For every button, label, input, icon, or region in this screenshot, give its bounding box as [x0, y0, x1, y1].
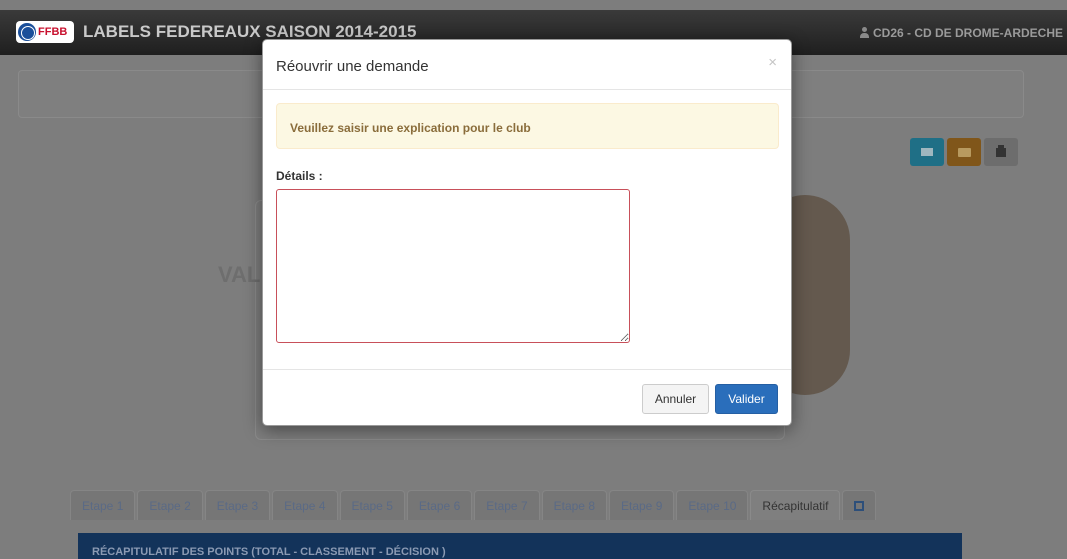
calendar-icon — [854, 500, 865, 511]
print-button[interactable] — [984, 138, 1018, 166]
tab-etape-7[interactable]: Etape 7 — [474, 490, 540, 520]
validate-button[interactable]: Valider — [715, 384, 778, 414]
tab-recapitulatif[interactable]: Récapitulatif — [750, 490, 841, 520]
logo-text: FFBB — [38, 26, 68, 38]
ffbb-logo[interactable]: FFBB — [16, 21, 74, 43]
user-menu[interactable]: CD26 - CD DE DROME-ARDECHE — [859, 26, 1063, 40]
step-tabs: Etape 1 Etape 2 Etape 3 Etape 4 Etape 5 … — [70, 490, 878, 520]
tab-etape-8[interactable]: Etape 8 — [541, 490, 607, 520]
section-header: RÉCAPITULATIF DES POINTS (TOTAL - CLASSE… — [78, 533, 962, 559]
close-icon[interactable]: × — [768, 54, 777, 71]
basketball-icon — [18, 23, 36, 41]
dialog-footer: Annuler Valider — [263, 369, 791, 426]
user-icon — [859, 27, 869, 38]
tab-etape-3[interactable]: Etape 3 — [204, 490, 271, 520]
dialog-title: Réouvrir une demande — [276, 58, 429, 75]
reopen-request-dialog: Réouvrir une demande × Veuillez saisir u… — [262, 39, 792, 426]
tab-etape-5[interactable]: Etape 5 — [339, 490, 405, 520]
folder-button[interactable] — [947, 138, 981, 166]
tab-etape-9[interactable]: Etape 9 — [609, 490, 675, 520]
details-label: Détails : — [276, 169, 323, 183]
folder-icon — [957, 147, 971, 157]
tab-etape-2[interactable]: Etape 2 — [137, 490, 203, 520]
dialog-header: Réouvrir une demande × — [263, 40, 791, 90]
user-name: CD26 - CD DE DROME-ARDECHE — [872, 26, 1063, 40]
tab-etape-6[interactable]: Etape 6 — [406, 490, 473, 520]
tab-etape-10[interactable]: Etape 10 — [676, 490, 749, 520]
tab-etape-1[interactable]: Etape 1 — [70, 490, 136, 520]
envelope-icon — [921, 148, 933, 156]
tab-calendar[interactable] — [842, 490, 877, 520]
mail-button[interactable] — [910, 138, 944, 166]
print-icon — [996, 144, 1006, 157]
details-textarea[interactable] — [276, 189, 630, 343]
tab-etape-4[interactable]: Etape 4 — [272, 490, 338, 520]
banner-text: VAL — [218, 262, 261, 287]
action-toolbar — [910, 138, 1018, 166]
warning-alert: Veuillez saisir une explication pour le … — [276, 103, 779, 149]
cancel-button[interactable]: Annuler — [642, 384, 709, 414]
